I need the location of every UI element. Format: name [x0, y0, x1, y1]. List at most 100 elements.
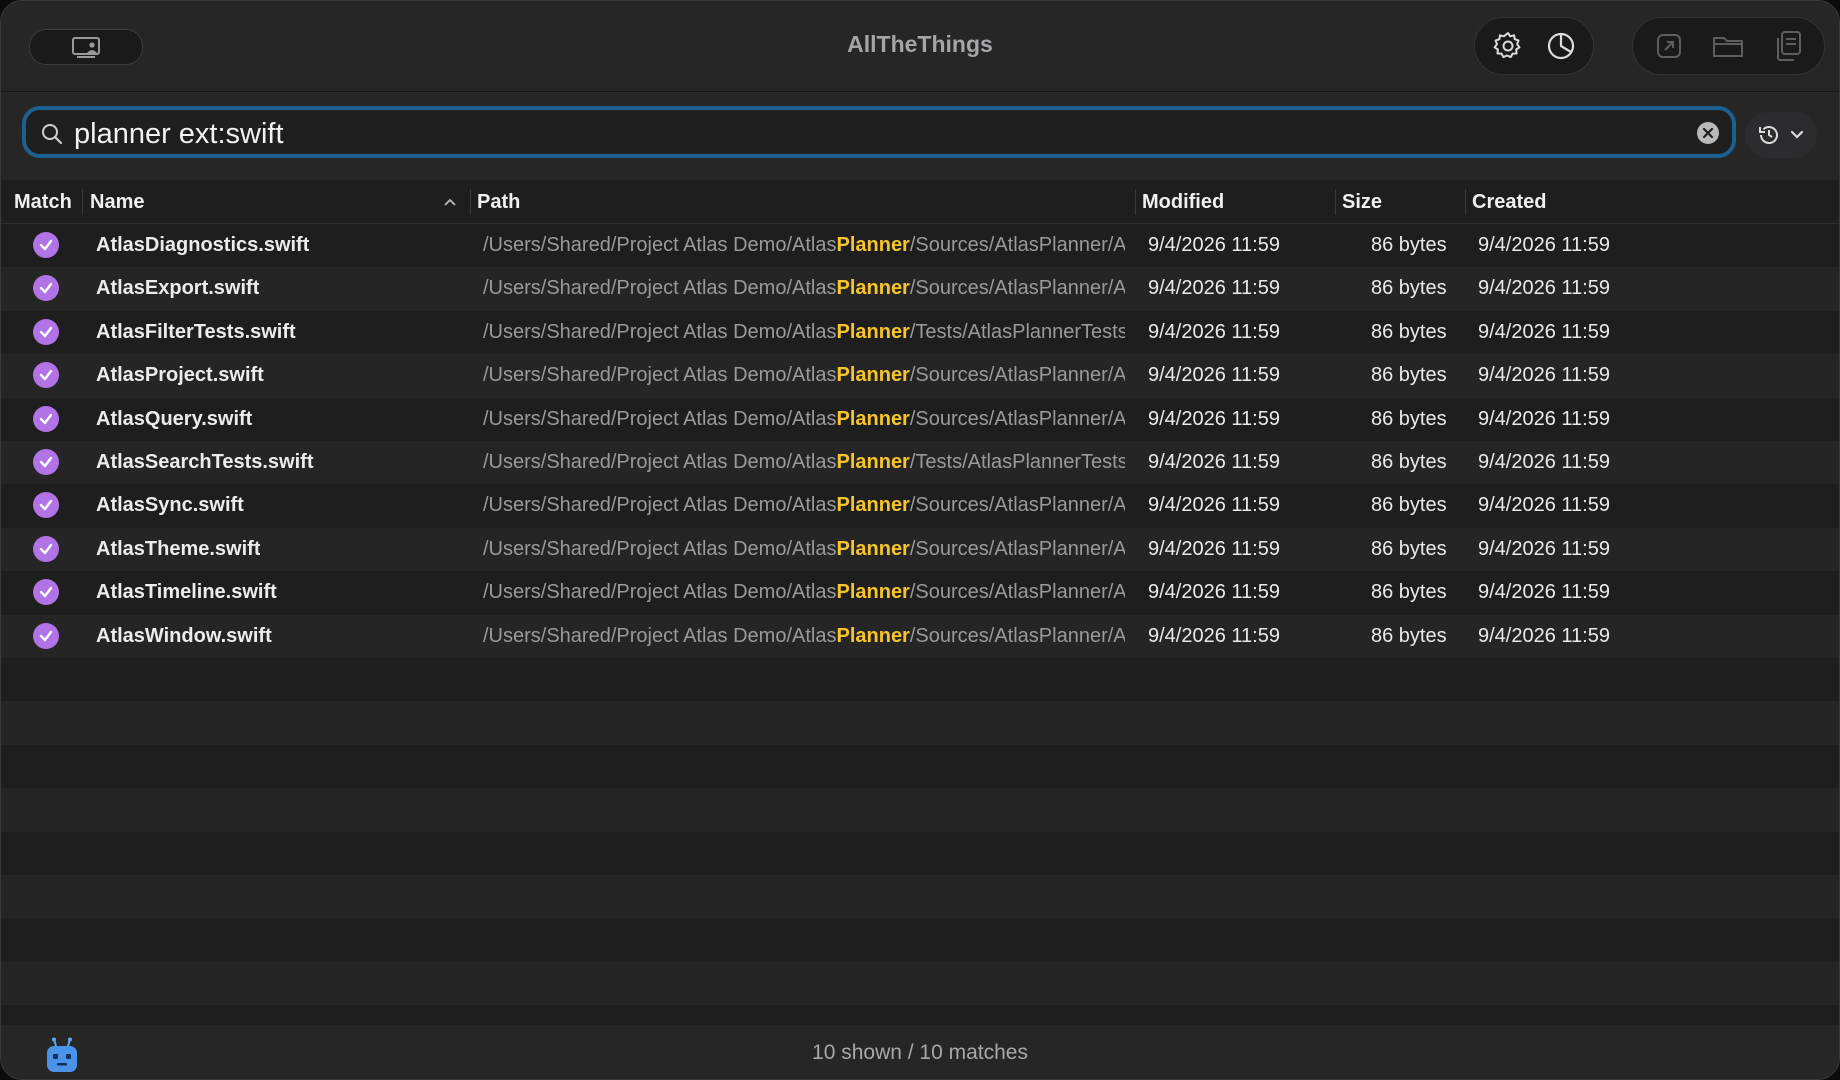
file-size: 86 bytes	[1371, 234, 1447, 256]
file-name: AtlasTheme.swift	[96, 537, 261, 560]
column-header-path[interactable]: Path	[477, 191, 520, 214]
path-prefix: /Users/Shared/Project Atlas Demo/Atlas	[483, 450, 837, 473]
path-suffix: /Sources/AtlasPlanner/AtlasQuery.swift	[909, 407, 1125, 430]
created-date: 9/4/2026 11:59	[1478, 277, 1610, 300]
app-window: AllTheThings planner ext:swift Match Nam…	[0, 0, 1840, 1080]
column-divider[interactable]	[470, 189, 471, 215]
column-header-created[interactable]: Created	[1472, 191, 1546, 214]
path-prefix: /Users/Shared/Project Atlas Demo/Atlas	[483, 581, 837, 604]
match-check-icon	[33, 405, 59, 432]
table-row[interactable]: AtlasFilterTests.swift /Users/Shared/Pro…	[1, 311, 1839, 354]
copy-path-button[interactable]	[1768, 26, 1808, 66]
file-name: AtlasTimeline.swift	[96, 581, 277, 604]
file-size: 86 bytes	[1371, 407, 1447, 430]
file-name: AtlasWindow.swift	[96, 624, 272, 647]
path-match-highlight: Planner	[836, 450, 910, 473]
column-divider[interactable]	[82, 189, 83, 215]
settings-button[interactable]	[1488, 26, 1528, 66]
match-check-icon	[33, 448, 59, 475]
clear-search-icon[interactable]	[1696, 121, 1720, 145]
chevron-down-icon	[1790, 130, 1804, 139]
file-size: 86 bytes	[1371, 450, 1447, 473]
modified-date: 9/4/2026 11:59	[1148, 277, 1280, 300]
table-row[interactable]: AtlasSync.swift /Users/Shared/Project At…	[1, 484, 1839, 527]
table-row[interactable]: AtlasExport.swift /Users/Shared/Project …	[1, 267, 1839, 311]
match-check-icon	[33, 275, 59, 302]
table-row[interactable]: AtlasProject.swift /Users/Shared/Project…	[1, 354, 1839, 398]
file-name: AtlasQuery.swift	[96, 407, 253, 430]
created-date: 9/4/2026 11:59	[1478, 537, 1610, 560]
created-date: 9/4/2026 11:59	[1478, 407, 1610, 430]
search-history-button[interactable]	[1745, 112, 1817, 158]
file-size: 86 bytes	[1371, 320, 1447, 343]
table-row[interactable]: AtlasSearchTests.swift /Users/Shared/Pro…	[1, 440, 1839, 485]
path-prefix: /Users/Shared/Project Atlas Demo/Atlas	[483, 537, 837, 560]
usage-chart-button[interactable]	[1541, 26, 1581, 66]
created-date: 9/4/2026 11:59	[1478, 320, 1610, 343]
match-check-icon	[33, 362, 59, 389]
path-prefix: /Users/Shared/Project Atlas Demo/Atlas	[483, 624, 837, 647]
created-date: 9/4/2026 11:59	[1478, 234, 1610, 256]
modified-date: 9/4/2026 11:59	[1148, 234, 1280, 256]
path-match-highlight: Planner	[836, 320, 910, 343]
created-date: 9/4/2026 11:59	[1478, 494, 1610, 517]
path-prefix: /Users/Shared/Project Atlas Demo/Atlas	[483, 364, 837, 387]
table-row[interactable]: AtlasQuery.swift /Users/Shared/Project A…	[1, 398, 1839, 441]
table-row[interactable]: AtlasTimeline.swift /Users/Shared/Projec…	[1, 571, 1839, 614]
table-row[interactable]: AtlasDiagnostics.swift /Users/Shared/Pro…	[1, 224, 1839, 267]
column-divider[interactable]	[1465, 189, 1466, 215]
table-row[interactable]: AtlasWindow.swift /Users/Shared/Project …	[1, 614, 1839, 658]
path-suffix: /Sources/AtlasPlanner/AtlasDiagnostics.s…	[909, 234, 1125, 256]
history-icon	[1759, 126, 1778, 144]
path-suffix: /Sources/AtlasPlanner/AtlasTimeline.swif…	[909, 581, 1125, 604]
created-date: 9/4/2026 11:59	[1478, 581, 1610, 604]
file-path: /Users/Shared/Project Atlas Demo/AtlasPl…	[483, 451, 1125, 474]
path-suffix: /Sources/AtlasPlanner/AtlasWindow.swift	[909, 624, 1125, 647]
modified-date: 9/4/2026 11:59	[1148, 624, 1280, 647]
match-check-icon	[33, 535, 59, 562]
path-prefix: /Users/Shared/Project Atlas Demo/Atlas	[483, 407, 837, 430]
file-path: /Users/Shared/Project Atlas Demo/AtlasPl…	[483, 364, 1125, 387]
folder-icon	[1713, 37, 1744, 57]
modified-date: 9/4/2026 11:59	[1148, 494, 1280, 517]
search-input[interactable]	[74, 114, 1654, 154]
file-path: /Users/Shared/Project Atlas Demo/AtlasPl…	[483, 408, 1125, 431]
modified-date: 9/4/2026 11:59	[1148, 320, 1280, 343]
reveal-in-folder-button[interactable]	[1708, 26, 1748, 66]
file-name: AtlasSync.swift	[96, 494, 244, 517]
path-suffix: /Tests/AtlasPlannerTests/AtlasSearchTest…	[909, 450, 1125, 473]
match-check-icon	[33, 492, 59, 519]
path-match-highlight: Planner	[836, 277, 910, 300]
search-field[interactable]	[22, 106, 1736, 158]
settings-toolbar-group	[1474, 17, 1594, 75]
file-actions-toolbar-group	[1632, 17, 1825, 75]
file-path: /Users/Shared/Project Atlas Demo/AtlasPl…	[483, 234, 1125, 257]
column-header-modified[interactable]: Modified	[1142, 191, 1224, 214]
empty-row	[1, 658, 1839, 701]
modified-date: 9/4/2026 11:59	[1148, 450, 1280, 473]
results-table-header: Match Name Path Modified Size Created	[1, 181, 1839, 224]
title-bar: AllTheThings	[1, 1, 1839, 92]
results-count: 10 shown / 10 matches	[812, 1041, 1028, 1064]
file-size: 86 bytes	[1371, 624, 1447, 647]
column-header-match[interactable]: Match	[14, 191, 72, 214]
column-header-name[interactable]: Name	[90, 191, 144, 214]
search-bar-row	[1, 92, 1839, 180]
table-row[interactable]: AtlasTheme.swift /Users/Shared/Project A…	[1, 527, 1839, 572]
open-external-icon	[1656, 34, 1681, 58]
empty-list-area	[1, 658, 1839, 1006]
column-divider[interactable]	[1335, 189, 1336, 215]
open-external-button[interactable]	[1649, 26, 1689, 66]
column-divider[interactable]	[1135, 189, 1136, 215]
file-name: AtlasFilterTests.swift	[96, 320, 296, 343]
modified-date: 9/4/2026 11:59	[1148, 537, 1280, 560]
file-path: /Users/Shared/Project Atlas Demo/AtlasPl…	[483, 581, 1125, 604]
path-suffix: /Tests/AtlasPlannerTests/AtlasFilterTest…	[909, 320, 1125, 343]
gear-icon	[1493, 32, 1520, 59]
file-size: 86 bytes	[1371, 581, 1447, 604]
empty-row	[1, 832, 1839, 875]
match-check-icon	[33, 579, 59, 606]
path-prefix: /Users/Shared/Project Atlas Demo/Atlas	[483, 320, 837, 343]
column-header-size[interactable]: Size	[1342, 191, 1382, 214]
path-prefix: /Users/Shared/Project Atlas Demo/Atlas	[483, 494, 837, 517]
